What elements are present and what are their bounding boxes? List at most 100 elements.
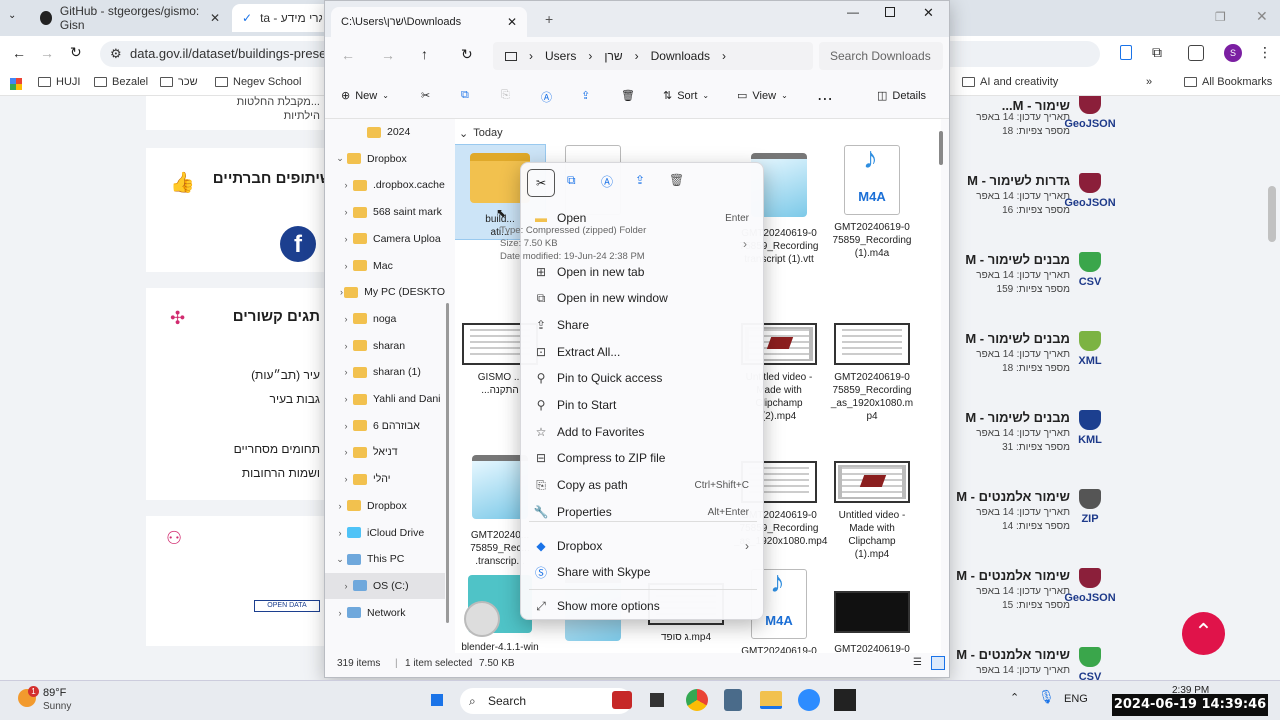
language-indicator[interactable]: ENG xyxy=(1064,693,1088,705)
breadcrumb-item[interactable]: Downloads xyxy=(651,49,710,63)
up-icon[interactable]: ↑ xyxy=(421,46,428,62)
nav-item[interactable]: › OS (C:) xyxy=(325,572,445,599)
breadcrumb-item[interactable]: שרן xyxy=(604,49,622,63)
chevron-right-icon[interactable]: › xyxy=(339,234,353,244)
format-badge[interactable]: GeoJSON xyxy=(1060,568,1120,612)
nav-item[interactable]: › Dropbox xyxy=(325,493,445,519)
chevron-right-icon[interactable]: › xyxy=(339,581,353,591)
nav-item[interactable]: › Camera Uploa xyxy=(325,226,445,252)
app-icon[interactable] xyxy=(612,691,632,709)
file-item[interactable]: Untitled video - Made with Clipchamp (1)… xyxy=(827,447,917,561)
dataset-item[interactable]: שימור אלמנטים - Mתאריך עדכון: 14 באפרמספ… xyxy=(940,489,1280,567)
tag-link[interactable]: ושמות הרחובות xyxy=(242,466,320,480)
context-menu-item[interactable]: ⚲ Pin to Start xyxy=(521,392,765,418)
delete-icon[interactable]: 🗑 xyxy=(621,89,635,102)
file-item[interactable]: GMT20240619-0 xyxy=(827,569,917,653)
nav-item[interactable]: › sharan xyxy=(325,333,445,359)
forward-icon[interactable]: → xyxy=(40,45,54,61)
nav-item[interactable]: › יהלי xyxy=(325,466,445,492)
dataset-title[interactable]: שימור אלמנטים - M xyxy=(956,647,1070,662)
taskbar-search[interactable]: ⌕ Search xyxy=(460,688,632,714)
context-menu-item[interactable]: ⎘ Copy as path Ctrl+Shift+C xyxy=(521,472,765,498)
dataset-title[interactable]: שימור אלמנטים - M xyxy=(956,568,1070,583)
nav-item[interactable]: › Yahli and Dani xyxy=(325,386,445,412)
nav-item[interactable]: 2024 xyxy=(325,119,445,145)
chevron-right-icon[interactable]: › xyxy=(339,394,353,404)
microphone-icon[interactable]: 🎙 xyxy=(1038,689,1055,705)
nav-item[interactable]: › iCloud Drive xyxy=(325,520,445,546)
nav-item[interactable]: › My PC (DESKTO xyxy=(325,279,445,305)
context-menu-item[interactable]: ⇪ Share xyxy=(521,312,765,338)
zoom-icon[interactable] xyxy=(798,689,820,711)
dataset-item[interactable]: שימור - M... תאריך עדכון: 14 באפר מספר צפי… xyxy=(940,96,1280,172)
close-window-icon[interactable]: ✕ xyxy=(1256,8,1268,25)
format-badge[interactable]: CSV xyxy=(1060,647,1120,680)
chevron-down-icon[interactable]: ⌄ xyxy=(333,153,347,164)
dataset-title[interactable]: שימור אלמנטים - M xyxy=(956,489,1070,504)
tiles-view-icon[interactable] xyxy=(931,656,945,670)
maximize-icon[interactable]: ❐ xyxy=(1215,10,1226,24)
chevron-right-icon[interactable]: › xyxy=(339,341,353,351)
terminal-icon[interactable] xyxy=(650,693,664,707)
apps-icon[interactable] xyxy=(10,78,22,90)
details-view-icon[interactable]: ☰ xyxy=(913,657,922,668)
close-window-icon[interactable]: ✕ xyxy=(923,5,934,21)
file-item[interactable]: ♪ M4A GMT20240619-0 75859_Recording (1).m4… xyxy=(827,144,917,260)
nav-item[interactable]: ⌄ Dropbox xyxy=(325,146,445,172)
nav-item[interactable]: › .dropbox.cache xyxy=(325,172,445,198)
nav-item[interactable]: › אבוזרהם 6 xyxy=(325,413,445,439)
format-badge[interactable]: XML xyxy=(1060,331,1120,375)
chevron-right-icon[interactable]: › xyxy=(339,180,353,190)
copy-icon[interactable]: ⧉ xyxy=(461,89,469,102)
chevron-right-icon[interactable]: › xyxy=(339,447,353,457)
format-badge[interactable]: ZIP xyxy=(1060,489,1120,533)
view-button[interactable]: ▭ View ⌄ xyxy=(737,89,788,103)
more-icon[interactable]: ⋯ xyxy=(817,89,833,109)
dataset-item[interactable]: גדרות לשימור - M תאריך עדכון: 14 באפר מספר… xyxy=(940,173,1280,251)
dataset-title[interactable]: מבנים לשימור - M xyxy=(965,410,1070,425)
dataset-title[interactable]: גדרות לשימור - M xyxy=(967,173,1070,188)
bookmark-ai-creativity[interactable]: AI and creativity xyxy=(962,76,1058,88)
chevron-right-icon[interactable]: › xyxy=(339,207,353,217)
tray-overflow-icon[interactable]: ⌃ xyxy=(1010,691,1019,704)
site-info-icon[interactable]: ⚙ xyxy=(110,41,122,67)
dataset-item[interactable]: שימור אלמנטים - Mתאריך עדכון: 14 באפרמספ… xyxy=(940,568,1280,646)
format-badge[interactable]: CSV xyxy=(1060,252,1120,296)
tab-list-dropdown[interactable]: ⌄ xyxy=(8,10,16,21)
chevron-right-icon[interactable]: › xyxy=(333,608,347,618)
forward-icon[interactable]: → xyxy=(381,47,395,63)
calculator-icon[interactable] xyxy=(724,689,742,711)
context-menu-item[interactable]: ◆ Dropbox › xyxy=(521,533,765,559)
inkscape-icon[interactable] xyxy=(834,689,856,711)
menu-icon[interactable]: ⋮ xyxy=(1258,44,1272,61)
chevron-right-icon[interactable]: › xyxy=(339,367,353,377)
sidepanel-icon[interactable] xyxy=(1188,45,1204,61)
dataset-title[interactable]: מבנים לשימור - M xyxy=(965,252,1070,267)
nav-item[interactable]: › דניאל xyxy=(325,439,445,465)
explorer-tab[interactable]: C:\Users\שרן\Downloads ✕ xyxy=(331,7,527,37)
minimize-icon[interactable]: — xyxy=(847,5,859,19)
search-downloads-input[interactable]: Search Downloads xyxy=(819,42,943,70)
context-menu-item[interactable]: ⊟ Compress to ZIP file xyxy=(521,445,765,471)
browser-tab-github[interactable]: GitHub - stgeorges/gismo: Gisn ✕ xyxy=(30,4,230,32)
files-scrollbar[interactable] xyxy=(939,131,943,165)
format-badge[interactable]: KML xyxy=(1060,410,1120,454)
dataset-title[interactable]: מבנים לשימור - M xyxy=(965,331,1070,346)
bookmark-negev-school[interactable]: Negev School xyxy=(215,76,302,88)
cut-icon[interactable]: ✂ xyxy=(421,89,430,102)
new-tab-plus-icon[interactable]: + xyxy=(545,11,553,27)
reading-icon[interactable] xyxy=(1120,45,1132,60)
nav-item[interactable]: › Network xyxy=(325,600,445,626)
cut-icon[interactable]: ✂ xyxy=(527,169,555,197)
file-item[interactable]: GMT20240619-0 75859_Recording _as_1920x1… xyxy=(827,309,917,423)
chevron-right-icon[interactable]: › xyxy=(339,314,353,324)
tag-link[interactable]: תחומים מסחריים xyxy=(234,442,320,456)
refresh-icon[interactable]: ↻ xyxy=(461,46,473,63)
maximize-icon[interactable] xyxy=(885,7,895,17)
file-explorer-icon[interactable] xyxy=(760,691,782,709)
scroll-to-top-button[interactable]: ⌃ xyxy=(1182,612,1225,655)
breadcrumb-item[interactable]: Users xyxy=(545,49,576,63)
chevron-right-icon[interactable]: › xyxy=(339,261,353,271)
context-menu-item[interactable]: ⊡ Extract All... xyxy=(521,339,765,365)
share-icon[interactable]: ⇪ xyxy=(581,89,590,102)
